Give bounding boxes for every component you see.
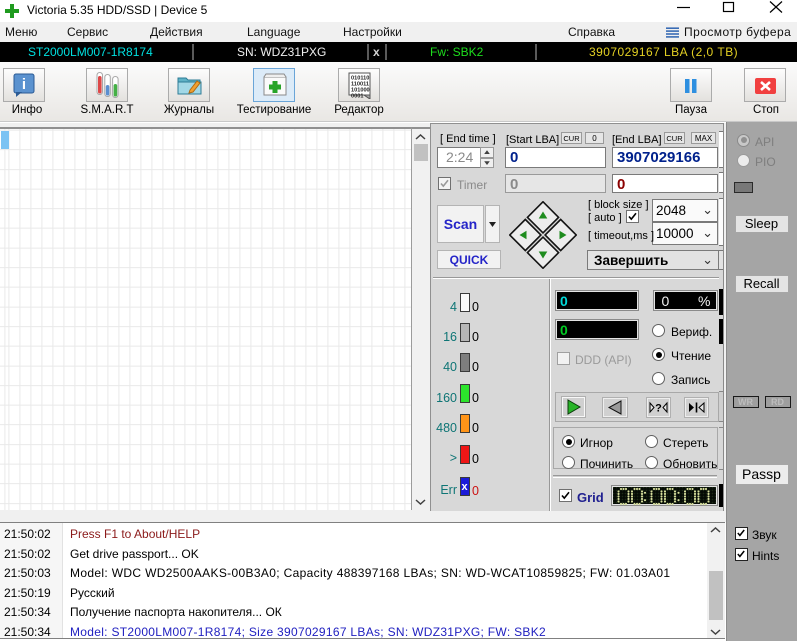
svg-text:i: i xyxy=(22,76,26,93)
svg-text:0001: 0001 xyxy=(351,94,363,100)
svg-text:?: ? xyxy=(655,402,662,414)
